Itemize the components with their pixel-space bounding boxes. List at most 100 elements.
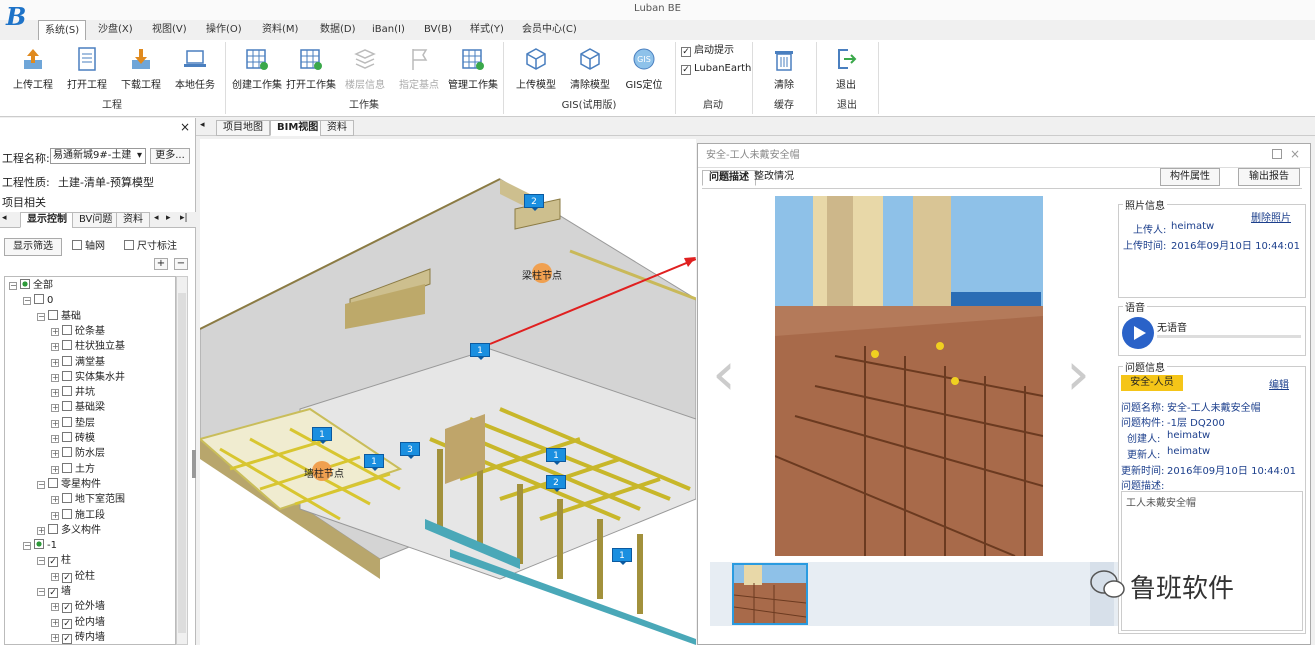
- tree-expander-icon[interactable]: −: [23, 297, 31, 306]
- clear-model-button[interactable]: 清除模型: [562, 44, 618, 96]
- tree-node[interactable]: + 施工段: [51, 508, 105, 523]
- tree-checkbox[interactable]: [62, 432, 72, 442]
- tree-node[interactable]: + 满堂基: [51, 355, 105, 370]
- issue-marker[interactable]: 2: [524, 194, 544, 211]
- description-textarea[interactable]: 工人未戴安全帽: [1121, 491, 1303, 631]
- expand-all-button[interactable]: +: [154, 258, 168, 270]
- upload-project-button[interactable]: 上传工程: [5, 44, 61, 96]
- tree-checkbox[interactable]: [20, 279, 30, 289]
- photo-thumbnail[interactable]: [732, 563, 808, 625]
- tree-checkbox[interactable]: [34, 539, 44, 550]
- tree-checkbox[interactable]: [62, 401, 72, 412]
- tab-scroll-end-icon[interactable]: ▸|: [180, 213, 188, 223]
- play-button[interactable]: [1122, 317, 1154, 349]
- tree-checkbox[interactable]: [62, 416, 72, 427]
- menu-operate[interactable]: 操作(O): [200, 20, 248, 40]
- tree-expander-icon[interactable]: +: [51, 389, 59, 398]
- project-name-select[interactable]: 易通新城9#-土建 ▾: [50, 148, 146, 164]
- manage-workset-button[interactable]: 管理工作集: [445, 44, 501, 96]
- open-project-button[interactable]: 打开工程: [59, 44, 115, 96]
- upload-model-button[interactable]: 上传模型: [508, 44, 564, 96]
- download-project-button[interactable]: 下载工程: [113, 44, 169, 96]
- more-button[interactable]: 更多...: [150, 148, 190, 164]
- tab-scroll-left-icon[interactable]: ◂: [154, 213, 159, 223]
- voice-progress[interactable]: [1157, 335, 1301, 338]
- tree-node[interactable]: + 实体集水井: [51, 370, 125, 385]
- menu-bv[interactable]: BV(B): [418, 20, 458, 40]
- menu-style[interactable]: 样式(Y): [464, 20, 510, 40]
- tree-checkbox[interactable]: ✓: [62, 633, 72, 644]
- tree-expander-icon[interactable]: +: [51, 496, 59, 505]
- tree-node[interactable]: + 砼条基: [51, 324, 105, 339]
- tree-node[interactable]: − -1: [23, 539, 57, 553]
- tab-scroll-left-icon[interactable]: ◂: [200, 120, 205, 130]
- open-workset-button[interactable]: 打开工作集: [283, 44, 339, 96]
- delete-photo-link[interactable]: 删除照片: [1251, 209, 1291, 224]
- tree-expander-icon[interactable]: +: [37, 526, 45, 535]
- tab-scroll-right-icon[interactable]: ▸: [166, 213, 171, 223]
- local-task-button[interactable]: 本地任务: [167, 44, 223, 96]
- tree-node[interactable]: + 土方: [51, 462, 95, 477]
- tree-checkbox[interactable]: ✓: [62, 603, 72, 614]
- component-properties-button[interactable]: 构件属性: [1160, 168, 1220, 186]
- tab-display-control[interactable]: 显示控制: [20, 212, 74, 228]
- close-icon[interactable]: ×: [180, 120, 190, 134]
- issue-marker[interactable]: 1: [612, 548, 632, 565]
- tree-expander-icon[interactable]: −: [37, 557, 45, 566]
- exit-button[interactable]: 退出: [818, 44, 874, 96]
- menu-iban[interactable]: iBan(I): [366, 20, 411, 40]
- scrollbar-thumb[interactable]: [178, 293, 186, 633]
- previous-photo-icon[interactable]: ‹: [712, 339, 736, 409]
- gis-locate-button[interactable]: GIS GIS定位: [616, 44, 672, 96]
- tree-checkbox[interactable]: [62, 493, 72, 504]
- axis-checkbox[interactable]: 轴网: [72, 240, 105, 254]
- menu-sandbox[interactable]: 沙盘(X): [92, 20, 139, 40]
- tree-expander-icon[interactable]: +: [51, 572, 59, 581]
- menu-data[interactable]: 数据(D): [314, 20, 362, 40]
- tree-checkbox[interactable]: [62, 447, 72, 458]
- tree-node[interactable]: + ✓ 砼外墙: [51, 600, 105, 614]
- tab-bim-view[interactable]: BIM视图: [270, 120, 326, 136]
- tree-node[interactable]: + 防水层: [51, 447, 105, 461]
- tree-expander-icon[interactable]: −: [37, 588, 45, 596]
- tree-checkbox[interactable]: ✓: [48, 557, 58, 568]
- tree-checkbox[interactable]: [62, 324, 72, 335]
- tree-expander-icon[interactable]: +: [51, 404, 59, 413]
- tree-expander-icon[interactable]: −: [9, 282, 17, 290]
- splitter-handle[interactable]: [192, 450, 196, 478]
- tree-checkbox[interactable]: [62, 340, 72, 351]
- menu-system[interactable]: 系统(S): [38, 20, 87, 40]
- tree-expander-icon[interactable]: −: [37, 312, 45, 321]
- tree-node[interactable]: − 全部: [9, 279, 53, 293]
- tree-node[interactable]: − ✓ 墙: [37, 585, 71, 599]
- tab-bv-issues[interactable]: BV问题: [72, 212, 120, 228]
- tab-materials[interactable]: 资料: [116, 212, 150, 228]
- tab-scroll-left-icon[interactable]: ◂: [2, 213, 7, 223]
- issue-marker[interactable]: 3: [400, 442, 420, 459]
- tree-checkbox[interactable]: [62, 355, 72, 366]
- collapse-all-button[interactable]: −: [174, 258, 188, 270]
- tree-checkbox[interactable]: [62, 508, 72, 519]
- project-related-label[interactable]: 项目相关: [2, 194, 46, 210]
- lubanearth-checkbox[interactable]: ✓ LubanEarth: [681, 62, 751, 76]
- tree-node[interactable]: + ✓ 砼柱: [51, 570, 95, 584]
- startup-tips-checkbox[interactable]: ✓ 启动提示: [681, 44, 734, 58]
- issue-marker[interactable]: 1: [364, 454, 384, 471]
- tree-checkbox[interactable]: [48, 523, 58, 534]
- tree-checkbox[interactable]: ✓: [62, 572, 72, 583]
- tab-rectification[interactable]: 整改情况: [748, 170, 800, 186]
- dimension-checkbox[interactable]: 尺寸标注: [124, 240, 177, 254]
- tree-expander-icon[interactable]: +: [51, 450, 59, 459]
- tree-expander-icon[interactable]: +: [51, 419, 59, 428]
- menu-member[interactable]: 会员中心(C): [516, 20, 583, 40]
- tree-checkbox[interactable]: [62, 462, 72, 473]
- tree-checkbox[interactable]: ✓: [62, 618, 72, 629]
- bim-viewport[interactable]: 2 1 1 3 1 1 2 1 梁柱节点 墙柱节点: [200, 139, 696, 645]
- tree-expander-icon[interactable]: +: [51, 435, 59, 443]
- export-report-button[interactable]: 输出报告: [1238, 168, 1300, 186]
- menu-materials[interactable]: 资料(M): [256, 20, 304, 40]
- tree-expander-icon[interactable]: +: [51, 465, 59, 474]
- tree-checkbox[interactable]: ✓: [48, 588, 58, 598]
- tree-node[interactable]: + 多义构件: [37, 523, 101, 538]
- issue-marker[interactable]: 1: [470, 343, 490, 360]
